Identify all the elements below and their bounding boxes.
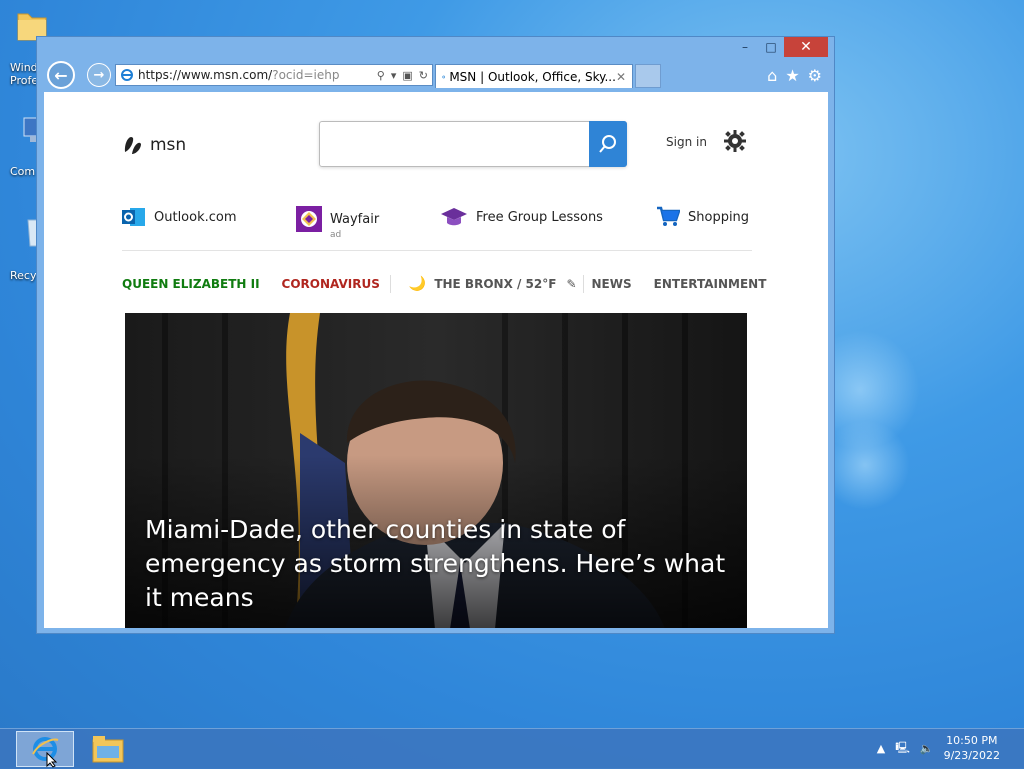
arrow-right-icon: → (94, 68, 105, 83)
refresh-icon[interactable]: ↻ (419, 69, 428, 82)
sign-in-link[interactable]: Sign in (666, 135, 707, 149)
desktop-icon-computer[interactable]: Com (0, 116, 40, 178)
url-host: https://www.msn.com/ (138, 68, 272, 82)
clock-time: 10:50 PM (944, 733, 1000, 748)
arrow-left-icon: ← (54, 66, 67, 85)
msn-logo-text: msn (150, 135, 186, 155)
outlook-icon (122, 206, 146, 228)
category-entertainment[interactable]: ENTERTAINMENT (654, 277, 767, 291)
window-controls: – □ ✕ (732, 37, 828, 57)
forward-button[interactable]: → (87, 63, 111, 87)
shopping-cart-icon (656, 206, 680, 228)
quick-link-label: Outlook.com (154, 210, 237, 225)
browser-toolbar: ⌂ ★ ⚙ (767, 66, 822, 85)
weather-location[interactable]: THE BRONX / 52°F (434, 277, 556, 291)
page-viewport: msn Sign in (44, 92, 828, 628)
tab-close-button[interactable]: ✕ (616, 70, 626, 84)
category-news[interactable]: NEWS (592, 277, 632, 291)
home-icon[interactable]: ⌂ (767, 66, 777, 85)
new-tab-button[interactable] (635, 64, 661, 88)
file-explorer-icon (91, 734, 125, 764)
quick-link-label: Wayfair (330, 212, 379, 227)
maximize-button[interactable]: □ (758, 37, 784, 57)
msn-logo[interactable]: msn (122, 132, 186, 158)
desktop-icon-recycle-bin[interactable]: Recy (0, 214, 40, 282)
volume-muted-icon[interactable]: 🔈 (920, 742, 934, 755)
network-icon[interactable]: 🖳 (895, 739, 910, 758)
msn-butterfly-icon (122, 132, 144, 158)
browser-window: – □ ✕ ← → https://www.msn.com/ ?ocid=ieh… (36, 36, 835, 634)
divider (390, 275, 391, 293)
clock-date: 9/23/2022 (944, 748, 1000, 763)
category-coronavirus[interactable]: CORONAVIRUS (282, 277, 380, 291)
quick-link-shopping[interactable]: Shopping (656, 206, 749, 228)
clock[interactable]: 10:50 PM 9/23/2022 (944, 733, 1000, 763)
mouse-cursor-icon (46, 752, 58, 768)
divider (583, 275, 584, 293)
hero-headline[interactable]: Miami-Dade, other counties in state of e… (145, 513, 735, 615)
category-queen-elizabeth[interactable]: QUEEN ELIZABETH II (122, 277, 260, 291)
address-bar[interactable]: https://www.msn.com/ ?ocid=iehp ⚲ ▾ ▣ ↻ (115, 64, 433, 86)
quick-link-outlook[interactable]: Outlook.com (122, 206, 237, 228)
system-tray: ▲ 🖳 🔈 10:50 PM 9/23/2022 (877, 733, 1000, 763)
quick-link-label: Shopping (688, 210, 749, 225)
back-button[interactable]: ← (47, 61, 75, 89)
ie-icon (120, 68, 134, 82)
wayfair-icon (296, 206, 322, 232)
taskbar-file-explorer[interactable] (86, 731, 130, 767)
taskbar: ▲ 🖳 🔈 10:50 PM 9/23/2022 (0, 728, 1024, 769)
tab-title: MSN | Outlook, Office, Sky... (449, 70, 616, 84)
lock-icon[interactable]: ▣ (402, 69, 412, 82)
ad-badge: ad (330, 230, 341, 240)
url-query: ?ocid=iehp (272, 68, 339, 82)
desktop-icon-label: Recy (0, 269, 40, 282)
settings-gear-icon[interactable] (724, 130, 746, 152)
desktop-icon-user-profile[interactable]: Wind Profe (0, 8, 40, 87)
chevron-up-icon[interactable]: ▲ (877, 742, 885, 755)
dropdown-icon[interactable]: ▾ (391, 69, 397, 82)
search-icon[interactable]: ⚲ (377, 69, 385, 82)
gear-icon[interactable]: ⚙ (808, 66, 822, 85)
close-button[interactable]: ✕ (784, 37, 828, 57)
ie-icon (442, 70, 445, 84)
moon-icon: 🌙 (409, 276, 426, 292)
edit-pencil-icon[interactable]: ✎ (566, 277, 576, 291)
search-input[interactable] (326, 124, 588, 166)
desktop-icon-label: Wind Profe (0, 61, 40, 87)
quick-link-free-group-lessons[interactable]: Free Group Lessons (440, 206, 603, 228)
search-box[interactable] (319, 121, 627, 167)
taskbar-internet-explorer[interactable] (16, 731, 74, 767)
minimize-button[interactable]: – (732, 37, 758, 57)
graduation-cap-icon (440, 206, 468, 228)
category-nav: QUEEN ELIZABETH II CORONAVIRUS 🌙 THE BRO… (122, 275, 788, 293)
search-icon (598, 134, 618, 154)
quick-links: Outlook.com Wayfair ad Free Group Lesson… (122, 206, 752, 251)
desktop-icon-label: Com (0, 165, 40, 178)
hero-story[interactable]: Miami-Dade, other counties in state of e… (125, 313, 747, 628)
tab-msn[interactable]: MSN | Outlook, Office, Sky... ✕ (435, 64, 633, 88)
search-button[interactable] (589, 121, 627, 167)
quick-link-label: Free Group Lessons (476, 210, 603, 225)
star-icon[interactable]: ★ (785, 66, 799, 85)
quick-link-wayfair[interactable]: Wayfair (296, 206, 379, 232)
